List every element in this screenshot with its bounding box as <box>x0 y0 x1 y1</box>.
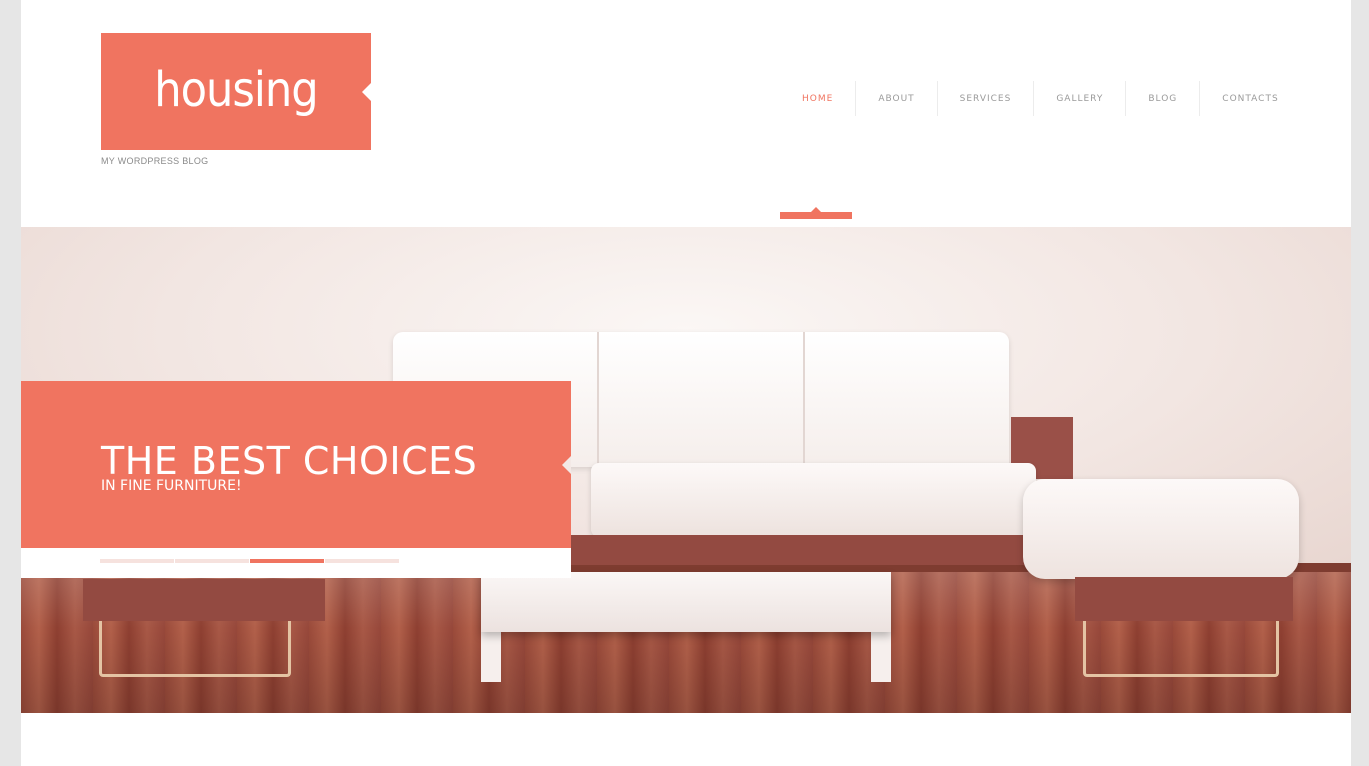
logo-text: housing <box>154 62 318 118</box>
slide-caption: THE BEST CHOICES IN FINE FURNITURE! <box>21 381 571 548</box>
site-logo[interactable]: housing <box>101 33 371 150</box>
ottoman-image-legs <box>1083 621 1279 677</box>
slide-title: THE BEST CHOICES <box>101 439 478 483</box>
slide-subtitle: IN FINE FURNITURE! <box>101 478 242 494</box>
nav-services[interactable]: SERVICES <box>938 81 1035 116</box>
main-nav: HOME ABOUT SERVICES GALLERY BLOG CONTACT… <box>780 81 1301 116</box>
pager-bar-3[interactable] <box>250 559 324 563</box>
coffee-table-image-legs <box>481 632 891 682</box>
slider-pager <box>21 548 571 578</box>
coffee-table-image <box>481 572 891 632</box>
side-table-image <box>83 579 325 621</box>
ottoman-image-cushion <box>1023 479 1299 579</box>
page: housing MY WORDPRESS BLOG HOME ABOUT SER… <box>21 0 1351 766</box>
nav-about[interactable]: ABOUT <box>856 81 938 116</box>
pager-bar-1[interactable] <box>100 559 174 563</box>
sofa-image-seat <box>591 463 1036 537</box>
nav-active-indicator <box>780 207 852 219</box>
ottoman-image-base <box>1075 577 1293 621</box>
nav-gallery[interactable]: GALLERY <box>1034 81 1127 116</box>
nav-contacts[interactable]: CONTACTS <box>1200 81 1300 116</box>
pager-bars <box>100 559 399 563</box>
side-table-image-legs <box>99 621 291 677</box>
nav-home[interactable]: HOME <box>780 81 857 116</box>
pager-bar-2[interactable] <box>175 559 249 563</box>
hero-slider: THE BEST CHOICES IN FINE FURNITURE! <box>21 227 1351 713</box>
nav-blog[interactable]: BLOG <box>1126 81 1201 116</box>
site-tagline: MY WORDPRESS BLOG <box>101 156 209 166</box>
sofa-image-base <box>561 535 1051 565</box>
pager-bar-4[interactable] <box>325 559 399 563</box>
